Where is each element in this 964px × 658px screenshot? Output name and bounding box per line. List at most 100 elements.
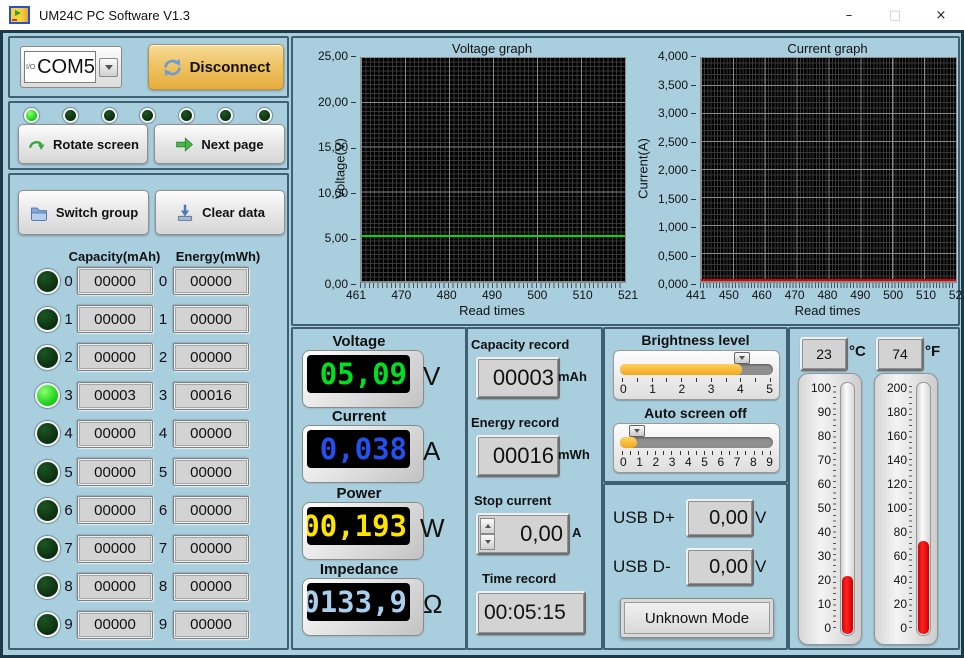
temperature-panel: 23 °C 74 °F 1009080706050403020100 20018…	[788, 327, 960, 650]
group-led	[35, 421, 60, 446]
group-led	[35, 460, 60, 485]
row-index: 9	[60, 616, 77, 633]
group-table: 0000000000001000001000002000002000003000…	[12, 267, 283, 639]
clear-data-label: Clear data	[202, 205, 265, 220]
tick-label: 5,00	[325, 232, 356, 244]
current-value: 0,038	[320, 432, 407, 466]
group-led	[35, 612, 60, 637]
brightness-slider[interactable]: 012345	[613, 350, 780, 400]
energy-cell: 00000	[173, 267, 249, 295]
screen-off-track[interactable]	[620, 437, 773, 448]
row-index: 0	[60, 273, 77, 290]
table-row: 600000600000	[12, 496, 283, 524]
celsius-unit: °C	[849, 343, 866, 360]
table-row: 900000900000	[12, 611, 283, 639]
disconnect-button[interactable]: Disconnect	[148, 44, 284, 90]
group-led	[35, 345, 60, 370]
tick-label: 10	[818, 598, 831, 610]
tick-label: 470	[785, 288, 805, 302]
page-led	[140, 108, 155, 123]
records-panel: Capacity record 00003 mAh Energy record …	[466, 327, 603, 650]
energy-cell: 00000	[173, 535, 249, 563]
tick-label: 40	[894, 574, 907, 586]
tick-label: 500	[883, 288, 903, 302]
table-row: 300003300016	[12, 382, 283, 410]
display-settings-panel: Brightness level 012345 Auto screen off …	[603, 327, 788, 483]
stop-current-spinner[interactable]	[480, 518, 495, 550]
capacity-cell: 00000	[77, 535, 153, 563]
tick-label: 60	[818, 478, 831, 490]
tick-label: 470	[391, 288, 411, 302]
tick-label: 4,000	[658, 50, 696, 62]
impedance-meter-label: Impedance	[303, 561, 415, 578]
screen-off-slider[interactable]: 0123456789	[613, 423, 780, 473]
energy-column-header: Energy(mWh)	[153, 249, 283, 264]
minimize-button[interactable]: –	[826, 0, 872, 30]
chevron-down-icon[interactable]	[99, 58, 118, 77]
window-title: UM24C PC Software V1.3	[39, 8, 190, 23]
fahrenheit-unit: °F	[925, 343, 940, 360]
voltage-y-ticks: 25,0020,0015,0010,005,000,00	[308, 50, 356, 290]
fahrenheit-mercury	[918, 541, 929, 634]
stop-current-control[interactable]: 0,00	[476, 513, 570, 555]
um24c-window: UM24C PC Software V1.3 – □ × I/O COM5	[0, 0, 964, 658]
switch-group-button[interactable]: Switch group	[18, 190, 149, 235]
tick-label: 140	[887, 454, 907, 466]
voltage-graph-title: Voltage graph	[360, 41, 624, 56]
tick-label: 510	[573, 288, 593, 302]
row-index: 1	[153, 311, 173, 328]
tick-label: 480	[817, 288, 837, 302]
tick-label: 460	[752, 288, 772, 302]
energy-cell: 00000	[173, 305, 249, 333]
decrement-icon[interactable]	[480, 534, 495, 550]
tick-label: 3,000	[658, 107, 696, 119]
next-page-label: Next page	[201, 137, 263, 152]
page-led-row	[24, 108, 272, 123]
current-x-ticks: 441450460470480490500510521	[686, 288, 964, 302]
row-index: 3	[60, 387, 77, 404]
tick-label: 500	[527, 288, 547, 302]
tick-label: 510	[916, 288, 936, 302]
tick-label: 80	[894, 526, 907, 538]
energy-record-value: 00016	[476, 435, 560, 477]
clear-data-button[interactable]: Clear data	[155, 190, 285, 235]
rotate-screen-button[interactable]: Rotate screen	[18, 124, 148, 164]
screen-off-thumb[interactable]	[629, 425, 645, 437]
close-button[interactable]: ×	[918, 0, 964, 30]
row-index: 1	[60, 311, 77, 328]
tick-label: 200	[887, 382, 907, 394]
tick-label: 20	[818, 574, 831, 586]
increment-icon[interactable]	[480, 518, 495, 534]
maximize-button[interactable]: □	[872, 0, 918, 30]
tick-label: 180	[887, 406, 907, 418]
row-index: 8	[60, 578, 77, 595]
stop-current-value[interactable]: 0,00	[497, 521, 568, 547]
voltage-meter-label: Voltage	[303, 333, 415, 350]
tick-label: 100	[811, 382, 831, 394]
tick-label: 0	[620, 382, 627, 396]
voltage-unit: V	[423, 361, 440, 392]
celsius-thermometer: 1009080706050403020100	[798, 373, 862, 645]
tick-label: 5	[766, 382, 773, 396]
energy-cell: 00016	[173, 382, 249, 410]
current-unit: A	[423, 436, 440, 467]
usb-panel: USB D+ 0,00 V USB D- 0,00 V Unknown Mode	[603, 483, 788, 650]
tick-label: 30	[818, 550, 831, 562]
row-index: 4	[60, 425, 77, 442]
usb-dplus-value: 0,00	[686, 499, 754, 537]
row-index: 5	[153, 464, 173, 481]
capacity-cell: 00000	[77, 305, 153, 333]
page-led	[257, 108, 272, 123]
celsius-value: 23	[800, 337, 848, 371]
charge-mode-button[interactable]: Unknown Mode	[620, 598, 774, 638]
next-page-button[interactable]: Next page	[154, 124, 285, 164]
group-led	[35, 307, 60, 332]
screen-off-label: Auto screen off	[605, 405, 786, 421]
row-index: 3	[153, 387, 173, 404]
table-row: 700000700000	[12, 535, 283, 563]
com-port-field[interactable]: I/O COM5	[24, 51, 96, 83]
brightness-track[interactable]	[620, 364, 773, 375]
row-index: 7	[153, 540, 173, 557]
brightness-thumb[interactable]	[734, 352, 750, 364]
com-port-combobox[interactable]: I/O COM5	[20, 46, 122, 88]
